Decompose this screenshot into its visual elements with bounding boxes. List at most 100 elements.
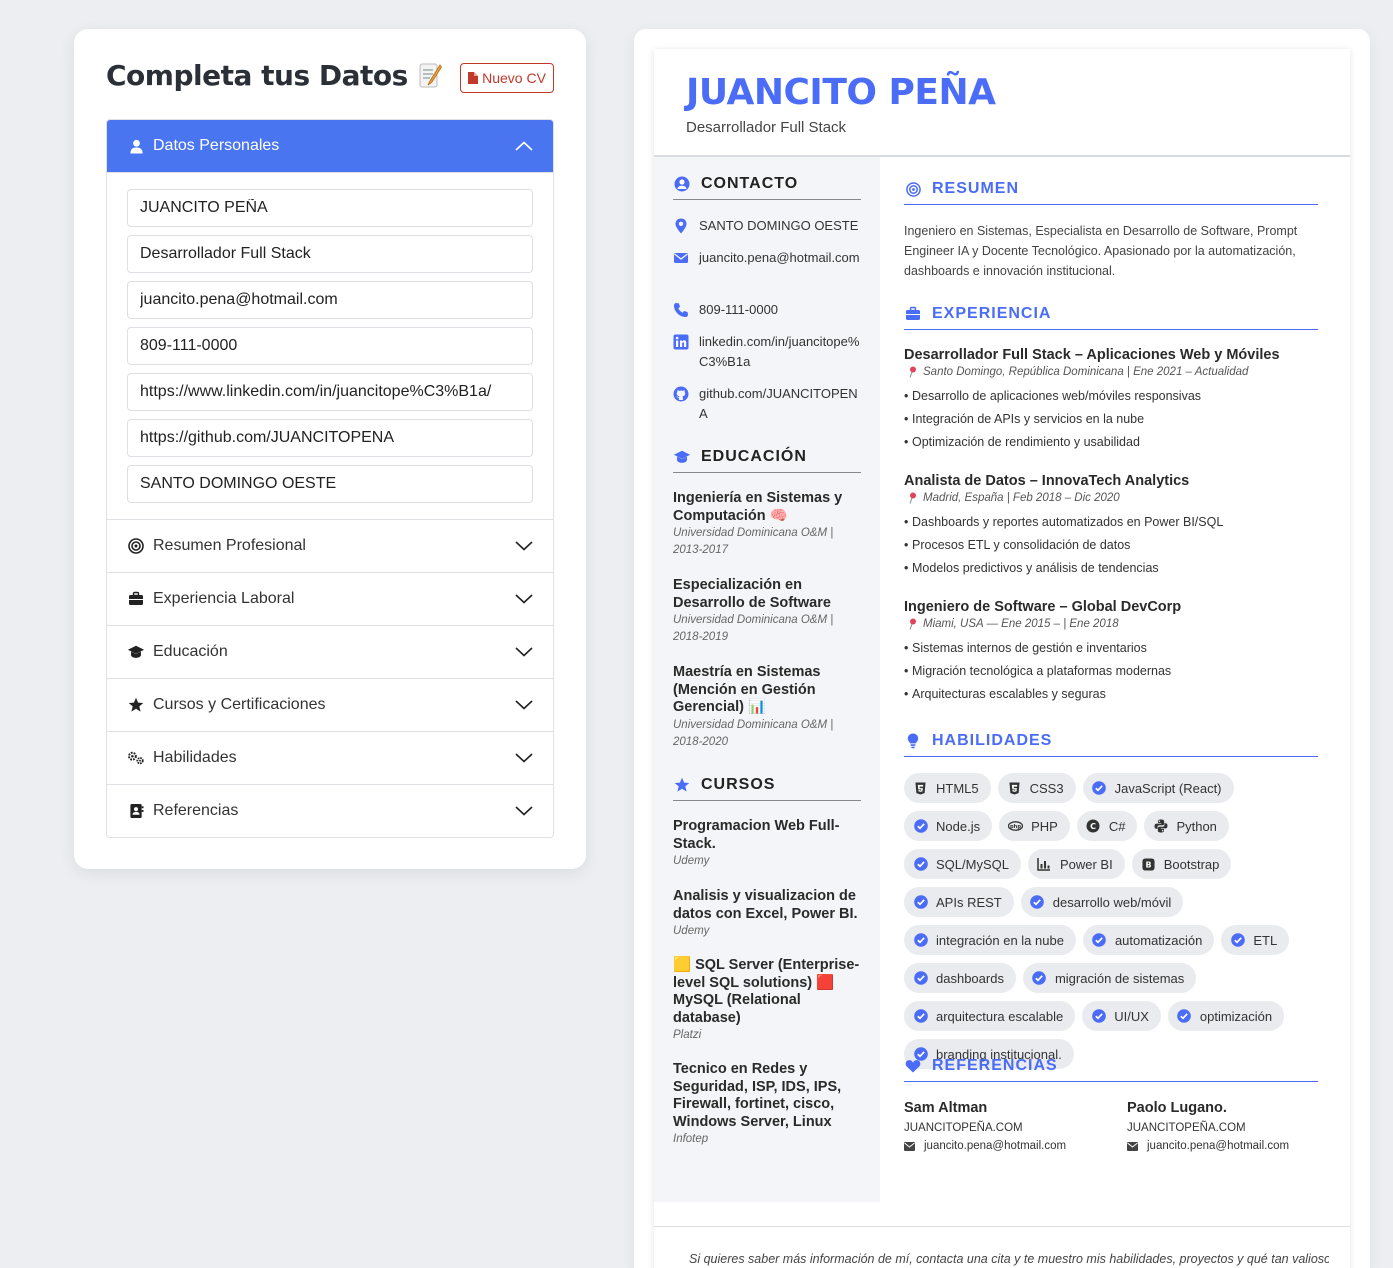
- reference-email-text: juancito.pena@hotmail.com: [924, 1140, 1067, 1152]
- skill-chip: ETL: [1221, 925, 1290, 955]
- chart-icon: [1037, 857, 1052, 872]
- course-title: Analisis y visualizacion de datos con Ex…: [673, 888, 858, 922]
- education-item: Maestría en Sistemas (Mención en Gestión…: [673, 664, 863, 751]
- course-item: Analisis y visualizacion de datos con Ex…: [673, 888, 863, 940]
- check-circle-icon: [1092, 781, 1107, 796]
- job-meta: Santo Domingo, República Dominicana | En…: [904, 364, 1320, 380]
- education-heading: EDUCACIÓN: [673, 448, 861, 473]
- skill-chip: APIs REST: [904, 887, 1014, 917]
- map-marker-icon: [675, 218, 687, 234]
- skill-chip: migración de sistemas: [1022, 963, 1197, 993]
- contact-email[interactable]: juancito.pena@hotmail.com: [673, 248, 863, 268]
- contact-github-text: github.com/JUANCITOPENA: [699, 386, 858, 421]
- graduation-cap-icon: [673, 448, 691, 466]
- skill-label: HTML5: [936, 780, 979, 796]
- job-meta: Madrid, España | Feb 2018 – Dic 2020: [904, 490, 1320, 506]
- location-field[interactable]: [127, 465, 533, 503]
- skill-label: UI/UX: [1114, 1008, 1149, 1024]
- skill-label: ETL: [1253, 932, 1278, 948]
- contact-email-text: juancito.pena@hotmail.com: [699, 250, 860, 265]
- contact-linkedin[interactable]: linkedin.com/in/juancitope%C3%B1a: [673, 332, 863, 372]
- job-bullet: Dashboards y reportes automatizados en P…: [904, 511, 1320, 534]
- reference-name: Sam Altman: [904, 1100, 988, 1116]
- section-datos-personales-header[interactable]: Datos Personales: [107, 120, 553, 172]
- job-meta: Miami, USA — Ene 2015 – | Ene 2018: [904, 616, 1320, 632]
- form-accordion: Datos Personales Resumen Profesional Exp…: [106, 119, 554, 838]
- job-title: Desarrollador Full Stack – Aplicaciones …: [904, 347, 1280, 363]
- education-heading-label: EDUCACIÓN: [701, 448, 807, 465]
- skill-chip: php PHP: [999, 811, 1070, 841]
- references-heading-label: REFERENCIAS: [932, 1057, 1058, 1074]
- job-bullet: Optimización de rendimiento y usabilidad: [904, 431, 1320, 454]
- courses-heading: CURSOS: [673, 776, 861, 801]
- skill-label: SQL/MySQL: [936, 856, 1009, 872]
- education-sub: Universidad Dominicana O&M | 2018-2020: [673, 718, 834, 748]
- heart-icon: [904, 1057, 922, 1075]
- education-item: Especialización en Desarrollo de Softwar…: [673, 577, 863, 646]
- section-habilidades-header[interactable]: Habilidades: [107, 731, 553, 784]
- briefcase-icon: [904, 305, 922, 323]
- reference-email: juancito.pena@hotmail.com: [1127, 1137, 1327, 1155]
- section-label: Referencias: [153, 802, 239, 819]
- phone-field[interactable]: [127, 327, 533, 365]
- pushpin-icon: [909, 366, 916, 378]
- footer-divider: [654, 1226, 1350, 1227]
- job-bullet: Desarrollo de aplicaciones web/móviles r…: [904, 385, 1320, 408]
- skill-label: APIs REST: [936, 894, 1002, 910]
- star-icon: [127, 696, 145, 714]
- skill-chip: arquitectura escalable: [904, 1001, 1076, 1031]
- contact-github[interactable]: github.com/JUANCITOPENA: [673, 384, 863, 424]
- section-resumen-header[interactable]: Resumen Profesional: [107, 519, 553, 572]
- experience-item: Ingeniero de Software – Global DevCorp M…: [904, 598, 1320, 706]
- skill-chip: C C#: [1076, 811, 1138, 841]
- chevron-down-icon: [515, 594, 533, 604]
- job-bullet: Arquitecturas escalables y seguras: [904, 683, 1320, 706]
- skill-label: automatización: [1114, 932, 1203, 948]
- form-card: Completa tus Datos Nuevo CV Datos Person…: [74, 29, 586, 869]
- check-circle-icon: [1030, 895, 1045, 910]
- svg-text:php: php: [1010, 824, 1021, 830]
- section-label: Educación: [153, 643, 228, 660]
- contact-heading-label: CONTACTO: [701, 175, 799, 192]
- section-experiencia-header[interactable]: Experiencia Laboral: [107, 572, 553, 625]
- reference-item: Paolo Lugano. JUANCITOPEÑA.COM juancito.…: [1127, 1099, 1327, 1155]
- email-field[interactable]: [127, 281, 533, 319]
- experience-heading: EXPERIENCIA: [904, 305, 1318, 330]
- job-meta-text: Madrid, España | Feb 2018 – Dic 2020: [923, 492, 1120, 504]
- check-circle-icon: [913, 857, 928, 872]
- education-item: Ingeniería en Sistemas y Computación 🧠 U…: [673, 490, 863, 559]
- skill-chip: desarrollo web/móvil: [1020, 887, 1184, 917]
- envelope-icon: [1127, 1141, 1138, 1151]
- section-cursos-header[interactable]: Cursos y Certificaciones: [107, 678, 553, 731]
- phone-icon: [674, 303, 688, 317]
- form-title-row: Completa tus Datos: [106, 59, 442, 92]
- course-item: Tecnico en Redes y Seguridad, ISP, IDS, …: [673, 1061, 863, 1148]
- skill-label: optimización: [1199, 1008, 1273, 1024]
- contact-location: SANTO DOMINGO OESTE: [673, 216, 863, 236]
- github-field[interactable]: [127, 419, 533, 457]
- course-sub: Udemy: [673, 855, 710, 867]
- courses-heading-label: CURSOS: [701, 776, 776, 793]
- section-label: Cursos y Certificaciones: [153, 696, 326, 713]
- check-circle-icon: [1177, 1009, 1192, 1024]
- section-label: Experiencia Laboral: [153, 590, 295, 607]
- section-referencias-header[interactable]: Referencias: [107, 784, 553, 837]
- course-title: Tecnico en Redes y Seguridad, ISP, IDS, …: [673, 1061, 842, 1130]
- check-circle-icon: [1091, 1009, 1106, 1024]
- section-label: Habilidades: [153, 749, 237, 766]
- check-circle-icon: [1092, 933, 1107, 948]
- skill-chip: HTML5: [904, 773, 991, 803]
- chevron-down-icon: [515, 700, 533, 710]
- chevron-down-icon: [515, 647, 533, 657]
- section-educacion-header[interactable]: Educación: [107, 625, 553, 678]
- linkedin-field[interactable]: [127, 373, 533, 411]
- role-field[interactable]: [127, 235, 533, 273]
- lightbulb-icon: [904, 732, 922, 750]
- course-item: Programacion Web Full-Stack. Udemy: [673, 818, 863, 870]
- name-field[interactable]: [127, 189, 533, 227]
- new-cv-button[interactable]: Nuevo CV: [460, 63, 554, 93]
- file-icon: [468, 72, 479, 84]
- bullseye-icon: [127, 537, 145, 555]
- course-sub: Platzi: [673, 1029, 702, 1041]
- chevron-down-icon: [515, 753, 533, 763]
